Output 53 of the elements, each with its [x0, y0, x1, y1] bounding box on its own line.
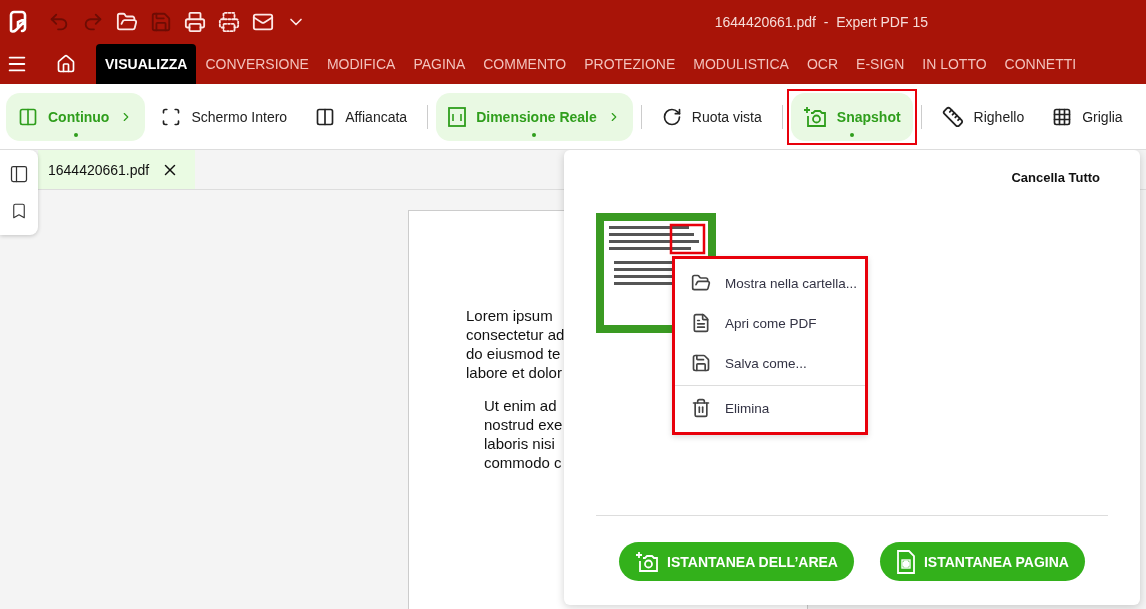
camera-plus-icon — [802, 105, 827, 128]
app-logo — [8, 10, 28, 34]
folder-icon[interactable] — [116, 11, 138, 33]
trash-icon — [691, 398, 711, 418]
ribbon-tab[interactable]: VISUALIZZA — [96, 44, 197, 84]
menu-item[interactable]: Elimina — [675, 388, 865, 428]
page-capture-button[interactable]: ISTANTANEA PAGINA — [879, 542, 1085, 581]
ribbon-tab[interactable]: PROTEZIONE — [575, 44, 685, 84]
ribbon-tab[interactable]: E-SIGN — [847, 44, 914, 84]
toolbar-button[interactable]: Dimensione Reale — [436, 92, 633, 141]
bookmark-icon[interactable] — [10, 202, 28, 220]
document-paragraph: Lorem ipsum consectetur ad do eiusmod te labore et dolor — [466, 306, 565, 382]
menu-item[interactable]: Mostra nella cartella... — [675, 263, 865, 303]
area-capture-button[interactable]: ISTANTANEA DELL’AREA — [619, 542, 854, 581]
actual-size-icon — [448, 106, 467, 127]
ruler-icon — [941, 105, 964, 128]
save-icon — [691, 353, 711, 373]
fullscreen-icon — [161, 106, 182, 127]
columns-icon — [315, 106, 336, 127]
rotate-icon — [661, 106, 682, 127]
toolbar-button[interactable]: Righello — [929, 92, 1037, 141]
document-tab[interactable]: 1644420661.pdf — [38, 150, 196, 189]
ribbon-tab[interactable]: MODIFICA — [317, 44, 405, 84]
active-dot — [532, 132, 537, 137]
mail-icon[interactable] — [252, 11, 274, 33]
toolbar-button[interactable]: Ruota vista — [649, 92, 774, 141]
active-dot — [73, 132, 78, 137]
ribbon-tab[interactable]: COMMENTO — [474, 44, 576, 84]
pdf-file-icon — [691, 313, 711, 333]
ribbon-tab[interactable]: IN LOTTO — [913, 44, 996, 84]
ribbon-tab[interactable]: MODULISTICA — [684, 44, 798, 84]
printer-icon[interactable] — [218, 11, 240, 33]
window-title: 1644420661.pdf - Expert PDF 15 — [714, 14, 928, 30]
camera-plus-icon — [635, 550, 660, 573]
document-tab-label: 1644420661.pdf — [48, 161, 150, 178]
ribbon-tab[interactable]: OCR — [797, 44, 848, 84]
toolbar-button[interactable]: Continuo — [6, 92, 146, 141]
active-dot — [849, 132, 854, 137]
folder-icon — [691, 273, 711, 293]
grid-icon — [1052, 106, 1073, 127]
printer-icon[interactable] — [184, 11, 206, 33]
ribbon-tab[interactable]: CONNETTI — [995, 44, 1086, 84]
page-camera-icon — [895, 549, 916, 574]
toolbar-button[interactable]: Griglia — [1040, 92, 1135, 141]
ribbon-tab[interactable]: PAGINA — [404, 44, 475, 84]
toolbar-button[interactable]: Schermo Intero — [149, 92, 300, 141]
clear-all-button[interactable]: Cancella Tutto — [1011, 170, 1100, 185]
panel-icon[interactable] — [9, 164, 29, 184]
menu-item[interactable]: Apri come PDF — [675, 303, 865, 343]
menu-item[interactable]: Salva come... — [675, 343, 865, 383]
ribbon-tab[interactable]: CONVERSIONE — [196, 44, 318, 84]
document-paragraph: Ut enim ad nostrud exe laboris nisi commodo c — [484, 396, 563, 472]
toolbar-button[interactable]: Affiancata — [303, 92, 420, 141]
